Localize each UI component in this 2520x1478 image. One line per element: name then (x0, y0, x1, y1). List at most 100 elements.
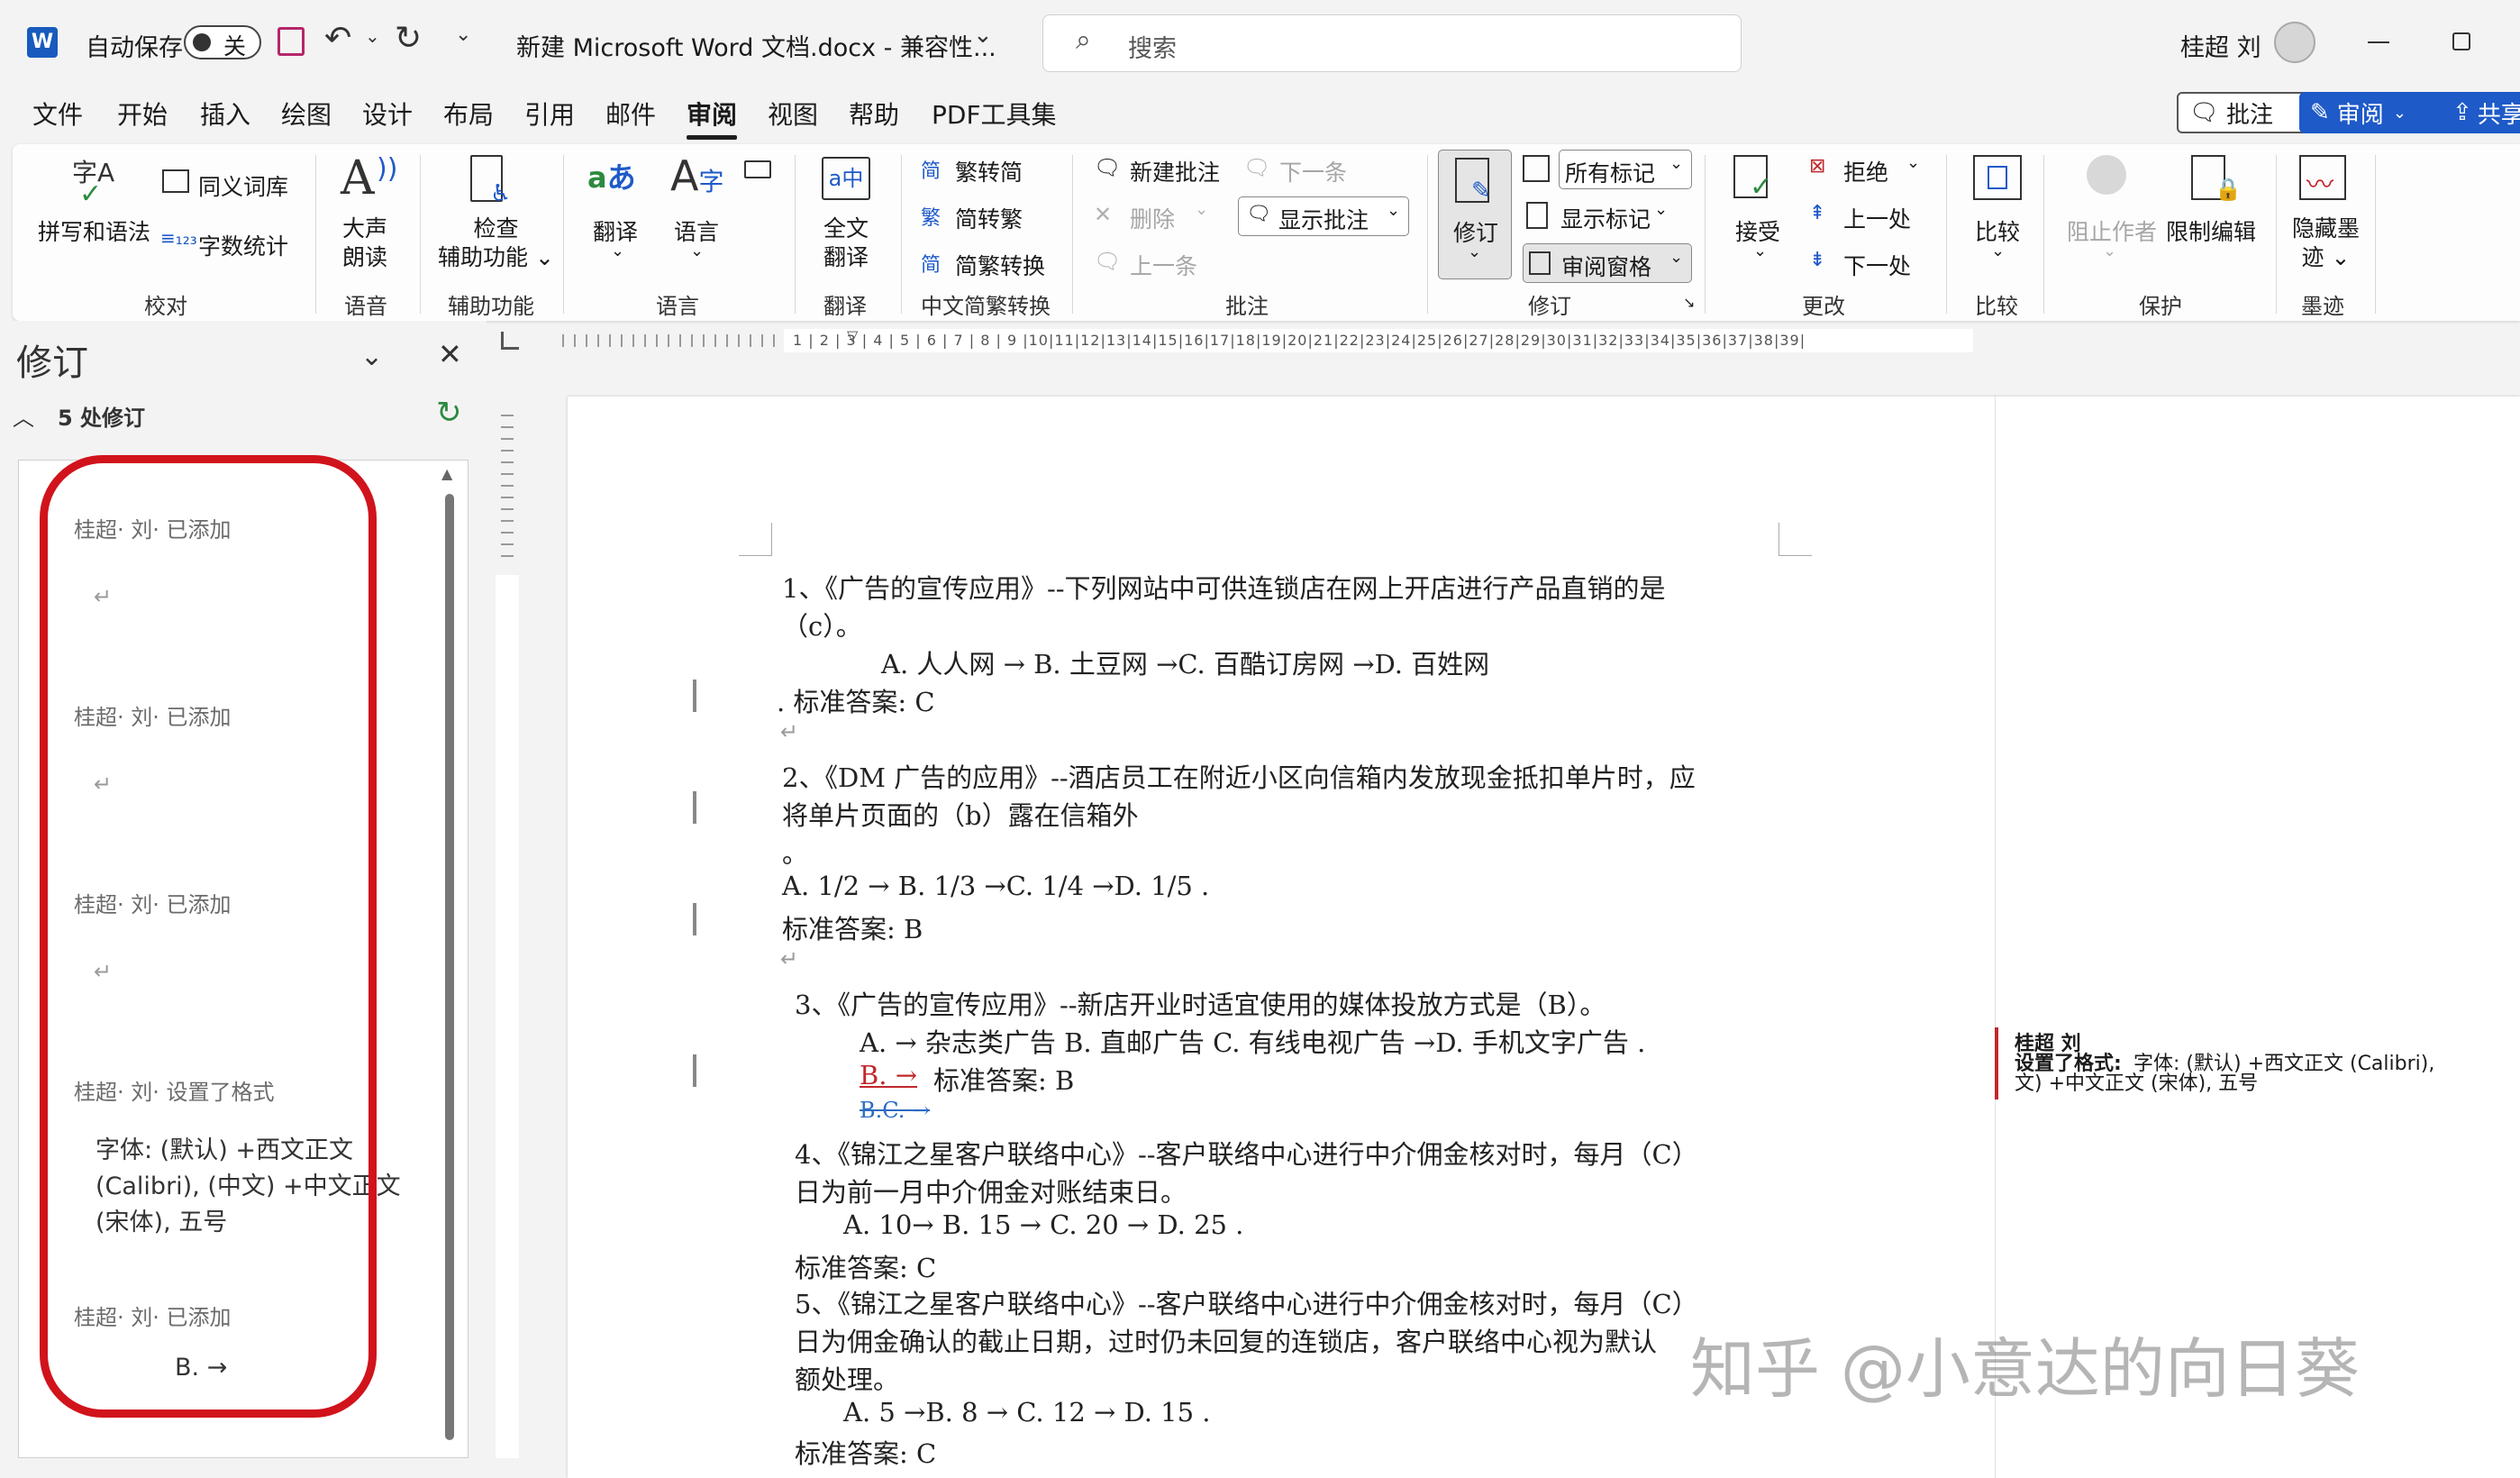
doc-line-23[interactable]: 标准答案: C (795, 1433, 936, 1471)
redo-icon[interactable]: ↻ (395, 20, 422, 57)
traditional-to-simplified-button[interactable]: 繁转简 (955, 155, 1023, 187)
separator (315, 155, 316, 314)
chinese-conversion-button[interactable]: 简繁转换 (955, 249, 1045, 281)
reject-dropdown-icon[interactable]: ⌄ (1906, 153, 1920, 172)
doc-line-13[interactable]: A. → 杂志类广告 B. 直邮广告 C. 有线电视广告 →D. 手机文字广告 … (860, 1022, 1645, 1060)
change-bar (693, 791, 696, 824)
thesaurus-button[interactable]: 同义词库 (198, 169, 288, 202)
doc-line-10[interactable]: 标准答案: B (782, 908, 923, 946)
moved-text[interactable]: B.C. → (860, 1098, 930, 1123)
read-aloud-button[interactable]: 大声 朗读 (342, 214, 387, 272)
pen-icon: ✎ (2310, 99, 2330, 126)
keyboard-icon[interactable] (744, 160, 771, 178)
tab-layout[interactable]: 布局 (443, 96, 494, 132)
format-balloon[interactable]: 桂超 刘 设置了格式: 字体: (默认) +西文正文 (Calibri), 文)… (1995, 1027, 2520, 1099)
language-dropdown-icon[interactable]: ⌄ (690, 242, 704, 260)
inserted-text[interactable]: B. → (860, 1060, 917, 1090)
accept-dropdown-icon[interactable]: ⌄ (1753, 242, 1767, 260)
user-name[interactable]: 桂超 刘 (2180, 28, 2261, 63)
word-count-button[interactable]: 字数统计 (198, 229, 288, 261)
doc-line-2[interactable]: （c）。 (782, 606, 862, 643)
new-comment-button[interactable]: 新建批注 (1130, 155, 1220, 187)
tab-review[interactable]: 审阅 (687, 96, 737, 132)
doc-line-16[interactable]: 日为前一月中介佣金对账结束日。 (795, 1172, 1187, 1209)
dialog-launcher-icon[interactable]: ↘ (1683, 294, 1695, 311)
next-comment-button[interactable]: 下一条 (1279, 155, 1347, 187)
full-translate-button[interactable]: 全文 翻译 (823, 214, 869, 272)
doc-line-21[interactable]: 额处理。 (795, 1359, 899, 1397)
tab-insert[interactable]: 插入 (200, 96, 250, 132)
undo-dropdown-icon[interactable]: ⌄ (365, 25, 380, 47)
delete-dropdown-icon[interactable]: ⌄ (1195, 200, 1208, 219)
tab-draw[interactable]: 绘图 (281, 96, 332, 132)
customize-qat-icon[interactable]: ⌄ (455, 23, 471, 46)
track-changes-button[interactable]: ✎ 修订 ⌄ (1438, 150, 1512, 279)
tab-help[interactable]: 帮助 (849, 96, 899, 132)
doc-line-3[interactable]: A. 人人网 → B. 土豆网 →C. 百酷订房网 →D. 百姓网 (881, 643, 1489, 681)
pane-options-icon[interactable]: ⌄ (360, 341, 383, 372)
translate-dropdown-icon[interactable]: ⌄ (611, 242, 624, 260)
undo-icon[interactable]: ↶ (324, 20, 351, 57)
document-title[interactable]: 新建 Microsoft Word 文档.docx - 兼容性... (516, 28, 996, 63)
check-accessibility-button[interactable]: 检查 辅助功能 ⌄ (438, 214, 554, 272)
scrollbar-thumb[interactable] (445, 494, 454, 1440)
title-dropdown-icon[interactable]: ⌄ (973, 22, 993, 49)
doc-line-19[interactable]: 5、《锦江之星客户联络中心》--客户联络中心进行中介佣金核对时，每月（C） (795, 1283, 1698, 1321)
tab-mailings[interactable]: 邮件 (605, 96, 656, 132)
doc-line-17[interactable]: A. 10→ B. 15 → C. 20 → D. 25 . (843, 1209, 1243, 1240)
doc-line-22[interactable]: A. 5 →B. 8 → C. 12 → D. 15 . (843, 1397, 1211, 1428)
doc-line-6[interactable]: 2、《DM 广告的应用》--酒店员工在附近小区向信箱内发放现金抵扣单片时，应 (782, 757, 1696, 795)
previous-change-button[interactable]: 上一处 (1843, 202, 1911, 234)
block-dropdown-icon[interactable]: ⌄ (2103, 242, 2116, 260)
reject-button[interactable]: 拒绝 (1843, 155, 1888, 187)
restrict-editing-button[interactable]: 限制编辑 (2166, 214, 2256, 247)
hide-ink-button[interactable]: 隐藏墨迹 ⌄ (2292, 214, 2360, 272)
compare-inner-icon (1988, 166, 2007, 189)
tab-file[interactable]: 文件 (32, 96, 83, 132)
show-comments-button[interactable]: 🗨 显示批注 ⌄ (1238, 196, 1409, 236)
accessibility-person-icon: ♿ (490, 180, 512, 207)
share-button[interactable]: ⇪ 共享 (2442, 92, 2520, 133)
avatar[interactable] (2274, 22, 2315, 63)
first-line-indent-marker[interactable]: ▽ (847, 327, 858, 344)
search-box[interactable]: ⌕ 搜索 (1042, 14, 1742, 72)
doc-line-4[interactable]: . 标准答案: C (777, 681, 935, 719)
doc-line-8[interactable]: 。 (782, 833, 808, 871)
show-markup-dropdown-icon[interactable]: ⌄ (1654, 200, 1668, 219)
restore-icon[interactable] (2452, 32, 2470, 50)
doc-line-20[interactable]: 日为佣金确认的截止日期，过时仍未回复的连锁店，客户联络中心视为默认 (795, 1321, 1657, 1359)
doc-line-12[interactable]: 3、《广告的宣传应用》--新店开业时适宜使用的媒体投放方式是（B）。 (795, 984, 1606, 1022)
word-app-icon[interactable]: W (27, 27, 58, 58)
doc-line-14[interactable]: 标准答案: B (933, 1060, 1074, 1098)
doc-line-15[interactable]: 4、《锦江之星客户联络中心》--客户联络中心进行中介佣金核对时，每月（C） (795, 1134, 1698, 1172)
minimize-icon[interactable] (2368, 41, 2389, 43)
collapse-icon[interactable]: ︿ (13, 400, 34, 432)
simplified-to-traditional-button[interactable]: 简转繁 (955, 202, 1023, 234)
separator (795, 155, 796, 314)
tab-pdf-tools[interactable]: PDF工具集 (932, 96, 1057, 132)
save-icon[interactable] (277, 27, 305, 56)
vertical-ruler[interactable] (494, 377, 521, 1458)
spelling-grammar-button[interactable]: 拼写和语法 (38, 214, 150, 247)
tab-home[interactable]: 开始 (117, 96, 168, 132)
reviewing-pane-button[interactable]: 审阅窗格 ⌄ (1523, 243, 1692, 283)
horizontal-ruler[interactable]: 1 | 2 | 3 | 4 | 5 | 6 | 7 | 8 | 9 |10|11… (559, 327, 2520, 354)
compare-dropdown-icon[interactable]: ⌄ (1991, 242, 2005, 260)
doc-line-7[interactable]: 将单片页面的（b）露在信箱外 (782, 795, 1139, 833)
scroll-up-arrow[interactable]: ▲ (441, 465, 452, 482)
tab-design[interactable]: 设计 (362, 96, 413, 132)
previous-comment-button[interactable]: 上一条 (1130, 249, 1197, 281)
doc-line-18[interactable]: 标准答案: C (795, 1247, 936, 1285)
refresh-icon[interactable]: ↻ (436, 395, 462, 431)
delete-comment-button[interactable]: 删除 (1130, 202, 1175, 234)
doc-line-1[interactable]: 1、《广告的宣传应用》--下列网站中可供连锁店在网上开店进行产品直销的是 (782, 568, 1666, 606)
close-icon[interactable]: ✕ (438, 337, 462, 371)
autosave-toggle[interactable]: 关 (184, 25, 261, 59)
doc-line-9[interactable]: A. 1/2 → B. 1/3 →C. 1/4 →D. 1/5 . (782, 871, 1209, 901)
next-change-button[interactable]: 下一处 (1843, 249, 1911, 281)
tab-selector[interactable] (501, 332, 519, 350)
tab-view[interactable]: 视图 (768, 96, 818, 132)
markup-dropdown[interactable]: 所有标记 ⌄ (1559, 150, 1692, 189)
tab-references[interactable]: 引用 (524, 96, 575, 132)
show-markup-button[interactable]: 显示标记 (1560, 202, 1651, 234)
